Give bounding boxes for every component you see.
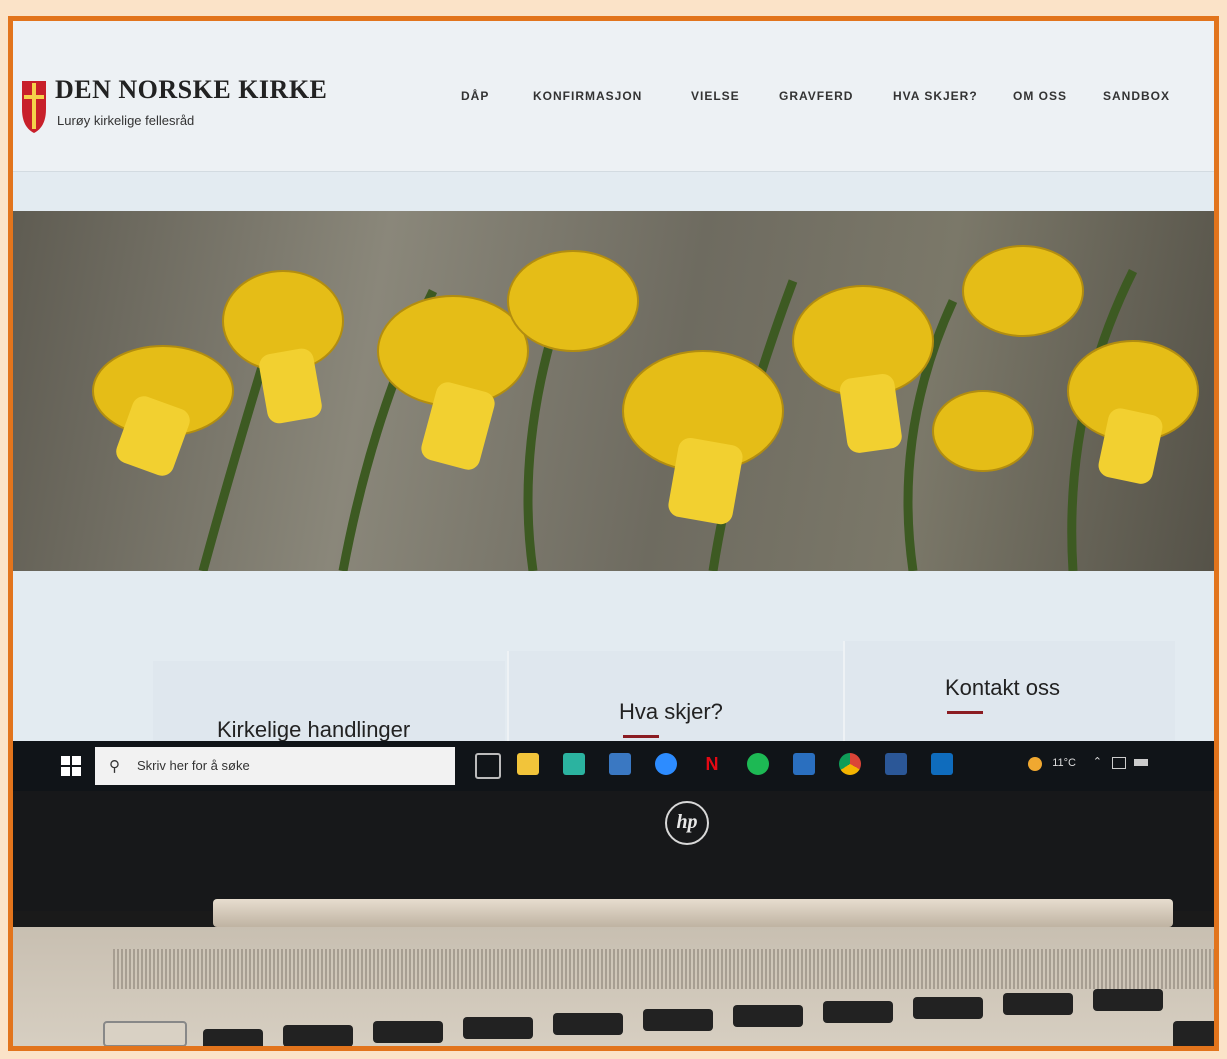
search-icon: ⚲	[109, 758, 120, 775]
site-header: DEN NORSKE KIRKE Lurøy kirkelige fellesr…	[13, 21, 1214, 172]
church-shield-icon[interactable]	[21, 79, 47, 135]
nav-item-sandbox[interactable]: SANDBOX	[1103, 89, 1170, 103]
nav-item-om-oss[interactable]: OM OSS	[1013, 89, 1067, 103]
chrome-icon[interactable]	[839, 753, 861, 775]
backspace-key[interactable]	[1173, 1021, 1214, 1046]
card-title: Kontakt oss	[945, 675, 1060, 700]
card-title: Hva skjer?	[619, 699, 723, 724]
laptop-hinge	[213, 899, 1173, 927]
card-divider	[623, 735, 659, 738]
app-icon-blue[interactable]	[609, 753, 631, 775]
nav-item-konfirmasjon[interactable]: KONFIRMASJON	[533, 89, 642, 103]
browser-page: DEN NORSKE KIRKE Lurøy kirkelige fellesr…	[13, 21, 1214, 811]
keyboard-key[interactable]	[103, 1021, 187, 1046]
photo-frame: DEN NORSKE KIRKE Lurøy kirkelige fellesr…	[8, 16, 1219, 1051]
keyboard-key[interactable]	[1003, 993, 1073, 1015]
keyboard-key[interactable]	[913, 997, 983, 1019]
keyboard-key[interactable]	[283, 1025, 353, 1046]
zoom-icon[interactable]	[655, 753, 677, 775]
nav-item-dap[interactable]: DÅP	[461, 89, 489, 103]
weather-icon[interactable]	[1028, 757, 1042, 771]
netflix-icon[interactable]: N	[701, 753, 723, 775]
main-nav: DÅP KONFIRMASJON VIELSE GRAVFERD HVA SKJ…	[453, 89, 1214, 129]
weather-temp[interactable]: 11°C	[1052, 757, 1076, 769]
taskbar-search-box[interactable]: ⚲ Skriv her for å søke	[95, 747, 455, 785]
search-placeholder: Skriv her for å søke	[137, 758, 250, 773]
keyboard-key[interactable]	[823, 1001, 893, 1023]
word-icon[interactable]	[885, 753, 907, 775]
laptop-bezel	[13, 791, 1214, 911]
network-icon[interactable]	[1112, 757, 1126, 769]
nav-item-gravferd[interactable]: GRAVFERD	[779, 89, 853, 103]
chevron-up-icon[interactable]: ⌃	[1093, 755, 1102, 768]
site-subtitle: Lurøy kirkelige fellesråd	[57, 113, 195, 128]
keyboard-key[interactable]	[203, 1029, 263, 1046]
site-title[interactable]: DEN NORSKE KIRKE	[55, 75, 327, 105]
outlook-icon[interactable]	[931, 753, 953, 775]
keyboard-key[interactable]	[733, 1005, 803, 1027]
keyboard-key[interactable]	[463, 1017, 533, 1039]
spotify-icon[interactable]	[747, 753, 769, 775]
nav-item-vielse[interactable]: VIELSE	[691, 89, 740, 103]
photos-icon[interactable]	[793, 753, 815, 775]
nav-item-hva-skjer[interactable]: HVA SKJER?	[893, 89, 978, 103]
windows-start-icon[interactable]	[61, 756, 81, 776]
windows-taskbar: ⚲ Skriv her for å søke N 11°C ⌃	[13, 741, 1214, 791]
keyboard-key[interactable]	[553, 1013, 623, 1035]
keyboard-key[interactable]	[643, 1009, 713, 1031]
daffodil-illustration	[92, 245, 1199, 571]
file-explorer-icon[interactable]	[517, 753, 539, 775]
battery-icon[interactable]	[1134, 759, 1148, 766]
task-view-icon[interactable]	[475, 753, 501, 779]
keyboard-key[interactable]	[373, 1021, 443, 1043]
hero-image-daffodils	[13, 211, 1214, 571]
speaker-grille	[113, 949, 1214, 989]
keyboard-key[interactable]	[1093, 989, 1163, 1011]
hp-logo: hp	[665, 801, 709, 845]
card-divider	[947, 711, 983, 714]
app-icon-teal[interactable]	[563, 753, 585, 775]
card-title: Kirkelige handlinger	[217, 717, 411, 742]
